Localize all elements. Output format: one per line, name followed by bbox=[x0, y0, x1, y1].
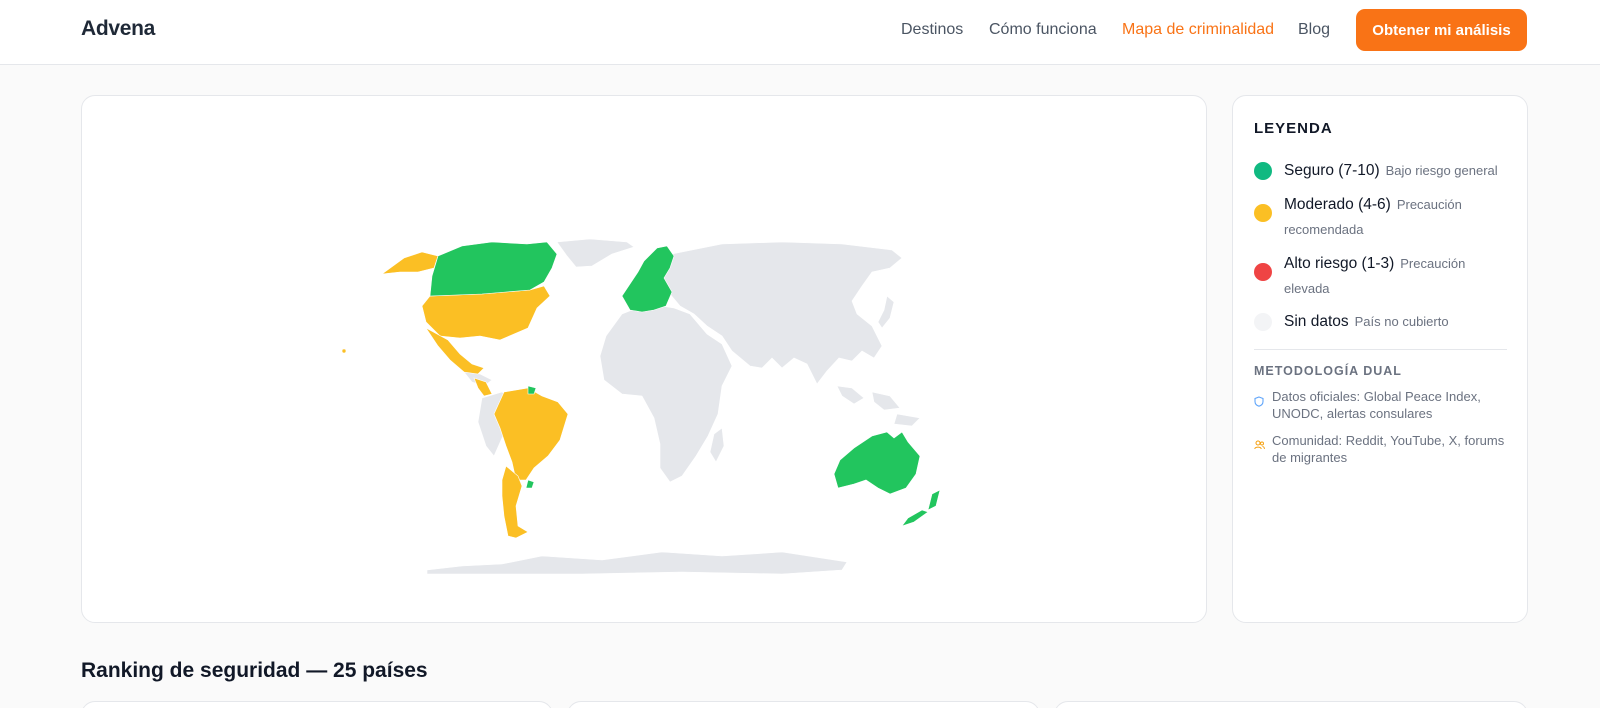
antarctica bbox=[426, 551, 848, 575]
legend-item-moderate: Moderado (4-6) Precaución recomendada bbox=[1254, 192, 1512, 242]
legend-desc: Bajo riesgo general bbox=[1385, 163, 1498, 178]
greenland bbox=[556, 238, 635, 268]
world-map[interactable] bbox=[82, 96, 1207, 623]
nav-mapa-criminalidad[interactable]: Mapa de criminalidad bbox=[1122, 21, 1274, 39]
brazil bbox=[493, 387, 569, 481]
nav-destinos[interactable]: Destinos bbox=[901, 21, 963, 39]
legend-desc: País no cubierto bbox=[1354, 314, 1449, 329]
legend-dot-safe bbox=[1254, 162, 1272, 180]
methodology-item-community: Comunidad: Reddit, YouTube, X, forums de… bbox=[1254, 432, 1512, 466]
ranking-card[interactable] bbox=[1054, 701, 1528, 708]
methodology-item-official: Datos oficiales: Global Peace Index, UNO… bbox=[1254, 388, 1512, 422]
uruguay bbox=[525, 479, 535, 489]
legend-dot-no-data bbox=[1254, 313, 1272, 331]
legend-divider bbox=[1254, 349, 1507, 350]
ranking-card[interactable] bbox=[567, 701, 1040, 708]
crime-map-card bbox=[81, 95, 1207, 623]
australia bbox=[833, 431, 921, 495]
top-navbar: Advena Destinos Cómo funciona Mapa de cr… bbox=[0, 0, 1600, 65]
legend-item-safe: Seguro (7-10) Bajo riesgo general bbox=[1254, 158, 1512, 183]
nav-blog[interactable]: Blog bbox=[1298, 21, 1330, 39]
legend-dot-high-risk bbox=[1254, 263, 1272, 281]
legend-title: LEYENDA bbox=[1254, 120, 1333, 137]
legend-label: Seguro (7-10) bbox=[1284, 162, 1380, 179]
japan bbox=[877, 295, 895, 329]
alaska bbox=[380, 251, 439, 275]
legend-item-high-risk: Alto riesgo (1-3) Precaución elevada bbox=[1254, 251, 1512, 301]
ranking-card[interactable] bbox=[81, 701, 553, 708]
users-icon bbox=[1254, 440, 1265, 450]
methodology-text: Datos oficiales: Global Peace Index, UNO… bbox=[1272, 389, 1481, 421]
legend-dot-moderate bbox=[1254, 204, 1272, 222]
new-zealand bbox=[901, 489, 941, 527]
madagascar bbox=[709, 427, 725, 463]
ranking-title: Ranking de seguridad — 25 países bbox=[81, 659, 428, 682]
legend-panel: LEYENDA Seguro (7-10) Bajo riesgo general… bbox=[1232, 95, 1528, 623]
methodology-text: Comunidad: Reddit, YouTube, X, forums de… bbox=[1272, 433, 1505, 465]
shield-icon bbox=[1254, 396, 1264, 407]
methodology-title: METODOLOGÍA DUAL bbox=[1254, 364, 1402, 378]
legend-item-no-data: Sin datos País no cubierto bbox=[1254, 309, 1512, 334]
legend-label: Sin datos bbox=[1284, 313, 1349, 330]
legend-label: Moderado (4-6) bbox=[1284, 196, 1391, 213]
nav-como-funciona[interactable]: Cómo funciona bbox=[989, 21, 1097, 39]
get-analysis-button[interactable]: Obtener mi análisis bbox=[1356, 9, 1527, 51]
legend-label: Alto riesgo (1-3) bbox=[1284, 255, 1395, 272]
sea-islands bbox=[836, 385, 921, 427]
